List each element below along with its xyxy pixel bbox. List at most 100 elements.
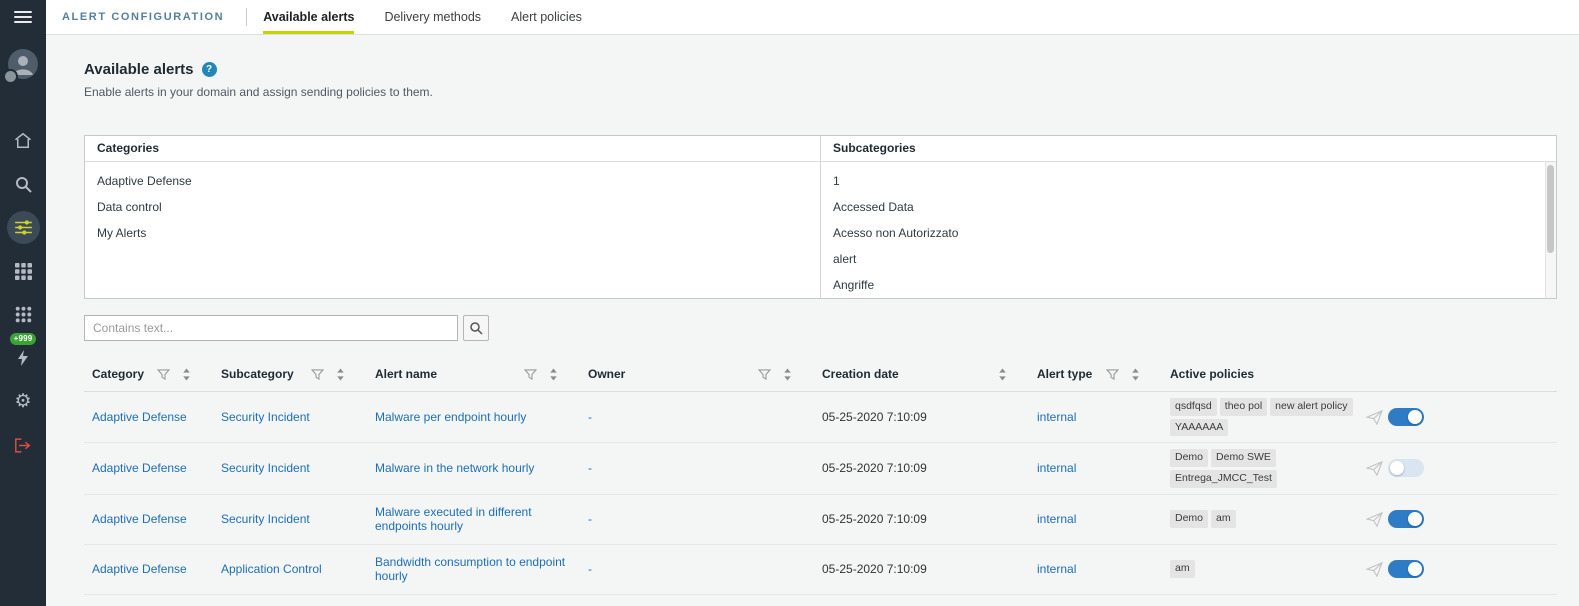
menu-icon[interactable] bbox=[0, 0, 46, 34]
search-icon[interactable] bbox=[0, 176, 46, 193]
subcategory-option[interactable]: Acesso non Autorizzato bbox=[821, 220, 1556, 246]
category-cell[interactable]: Adaptive Defense bbox=[84, 453, 213, 483]
category-option[interactable]: Adaptive Defense bbox=[85, 168, 820, 194]
column-header-alert-name[interactable]: Alert name bbox=[367, 367, 580, 381]
divider bbox=[246, 8, 248, 26]
alert-enabled-toggle[interactable] bbox=[1388, 408, 1424, 427]
table-header-row: Category Subcategory Alert name Owner Creati… bbox=[84, 357, 1557, 392]
filter-icon[interactable] bbox=[311, 368, 324, 380]
notifications-count-badge[interactable]: +999 bbox=[0, 333, 46, 345]
policy-tag: theo pol bbox=[1219, 398, 1268, 416]
policy-tag: qsdfqsd bbox=[1170, 398, 1217, 416]
sort-icon[interactable] bbox=[336, 367, 345, 381]
filter-icon[interactable] bbox=[157, 368, 170, 380]
help-icon[interactable]: ? bbox=[201, 62, 217, 77]
column-header-alert-type[interactable]: Alert type bbox=[1029, 367, 1162, 381]
subcategory-option[interactable]: Angriffe bbox=[821, 272, 1556, 298]
policy-tag: Demo bbox=[1170, 510, 1209, 528]
logout-icon[interactable] bbox=[0, 438, 46, 453]
alert-name-link[interactable]: Malware per endpoint hourly bbox=[367, 402, 580, 432]
subcategory-option[interactable]: Accessed Data bbox=[821, 194, 1556, 220]
column-header-creation-date[interactable]: Creation date bbox=[814, 367, 1029, 381]
alert-name-link[interactable]: Malware executed in different endpoints … bbox=[367, 497, 580, 541]
column-header-icons bbox=[1106, 367, 1140, 381]
table-row: Adaptive Defense Security Incident Malware… bbox=[84, 495, 1557, 545]
search-button[interactable] bbox=[463, 315, 489, 341]
send-test-alert-icon[interactable] bbox=[1360, 409, 1388, 425]
send-test-alert-icon[interactable] bbox=[1360, 460, 1388, 476]
filter-icon[interactable] bbox=[758, 368, 771, 380]
subcategory-cell[interactable]: Application Control bbox=[213, 554, 367, 584]
column-header-active-policies[interactable]: Active policies bbox=[1162, 367, 1360, 381]
alert-name-link[interactable]: Malware in the network hourly bbox=[367, 453, 580, 483]
alert-enabled-toggle[interactable] bbox=[1388, 560, 1424, 579]
category-cell[interactable]: Adaptive Defense bbox=[84, 554, 213, 584]
column-label: Subcategory bbox=[221, 367, 294, 381]
sort-icon[interactable] bbox=[182, 367, 191, 381]
toggle-knob bbox=[1408, 410, 1422, 425]
category-cell[interactable]: Adaptive Defense bbox=[84, 402, 213, 432]
content-area: Available alerts ? Enable alerts in your… bbox=[46, 35, 1579, 606]
tab-delivery-methods[interactable]: Delivery methods bbox=[384, 0, 481, 34]
category-option[interactable]: Data control bbox=[85, 194, 820, 220]
column-header-category[interactable]: Category bbox=[84, 367, 213, 381]
sort-icon[interactable] bbox=[998, 367, 1007, 381]
gear-icon[interactable]: ⚙ bbox=[0, 392, 46, 411]
filter-icon[interactable] bbox=[524, 368, 537, 380]
tab-bar: Available alerts Delivery methods Alert po… bbox=[263, 0, 582, 34]
user-avatar-icon bbox=[3, 48, 39, 84]
policy-tag: am bbox=[1211, 510, 1236, 528]
send-test-alert-icon[interactable] bbox=[1360, 561, 1388, 577]
column-label: Alert name bbox=[375, 367, 438, 381]
table-body: Adaptive Defense Security Incident Malware… bbox=[84, 392, 1557, 595]
sliders-icon bbox=[14, 220, 32, 235]
subcategory-cell[interactable]: Security Incident bbox=[213, 504, 367, 534]
sort-icon[interactable] bbox=[783, 367, 792, 381]
toggle-knob bbox=[1390, 461, 1404, 476]
lightning-icon[interactable] bbox=[0, 350, 46, 366]
badge-label: +999 bbox=[9, 333, 37, 345]
search-input[interactable] bbox=[84, 315, 458, 341]
apps-grid-icon[interactable] bbox=[0, 263, 46, 280]
subcategory-option[interactable]: 1 bbox=[821, 168, 1556, 194]
alert-enabled-toggle[interactable] bbox=[1388, 510, 1424, 529]
search-row bbox=[84, 315, 1557, 341]
alert-name-link[interactable]: Bandwidth consumption to endpoint hourly bbox=[367, 547, 580, 591]
active-item-highlight bbox=[6, 211, 40, 244]
scrollbar-thumb[interactable] bbox=[1547, 165, 1554, 253]
owner-cell: - bbox=[588, 562, 592, 577]
sort-icon[interactable] bbox=[1131, 367, 1140, 381]
tab-alert-policies[interactable]: Alert policies bbox=[511, 0, 582, 34]
column-label: Creation date bbox=[822, 367, 899, 381]
page-header: Available alerts ? bbox=[84, 61, 1557, 78]
subcategories-scrollbar[interactable] bbox=[1545, 162, 1556, 298]
subcategory-cell[interactable]: Security Incident bbox=[213, 402, 367, 432]
subcategory-option[interactable]: alert bbox=[821, 246, 1556, 272]
alert-enabled-toggle[interactable] bbox=[1388, 459, 1424, 478]
column-header-subcategory[interactable]: Subcategory bbox=[213, 367, 367, 381]
send-test-alert-icon[interactable] bbox=[1360, 511, 1388, 527]
column-label: Active policies bbox=[1170, 367, 1255, 381]
alert-type-cell[interactable]: internal bbox=[1029, 504, 1162, 534]
column-header-owner[interactable]: Owner bbox=[580, 367, 814, 381]
table-row: Adaptive Defense Security Incident Malware… bbox=[84, 392, 1557, 444]
subcategory-cell[interactable]: Security Incident bbox=[213, 453, 367, 483]
sort-icon[interactable] bbox=[549, 367, 558, 381]
filter-icon[interactable] bbox=[1106, 368, 1119, 380]
subcategories-panel-title: Subcategories bbox=[821, 136, 1556, 162]
categories-panel: Categories Adaptive Defense Data control M… bbox=[85, 136, 820, 298]
alert-type-cell[interactable]: internal bbox=[1029, 554, 1162, 584]
tab-available-alerts[interactable]: Available alerts bbox=[263, 0, 355, 34]
home-icon[interactable] bbox=[0, 132, 46, 149]
modules-grid-icon[interactable] bbox=[0, 306, 46, 323]
alert-type-cell[interactable]: internal bbox=[1029, 402, 1162, 432]
avatar[interactable] bbox=[0, 48, 46, 84]
owner-cell: - bbox=[588, 461, 592, 476]
hamburger-icon bbox=[14, 11, 32, 23]
alert-type-cell[interactable]: internal bbox=[1029, 453, 1162, 483]
sidebar-item-alert-configuration[interactable] bbox=[0, 211, 46, 244]
toggle-knob bbox=[1408, 512, 1422, 527]
category-cell[interactable]: Adaptive Defense bbox=[84, 504, 213, 534]
category-option[interactable]: My Alerts bbox=[85, 220, 820, 246]
owner-cell: - bbox=[588, 512, 592, 527]
